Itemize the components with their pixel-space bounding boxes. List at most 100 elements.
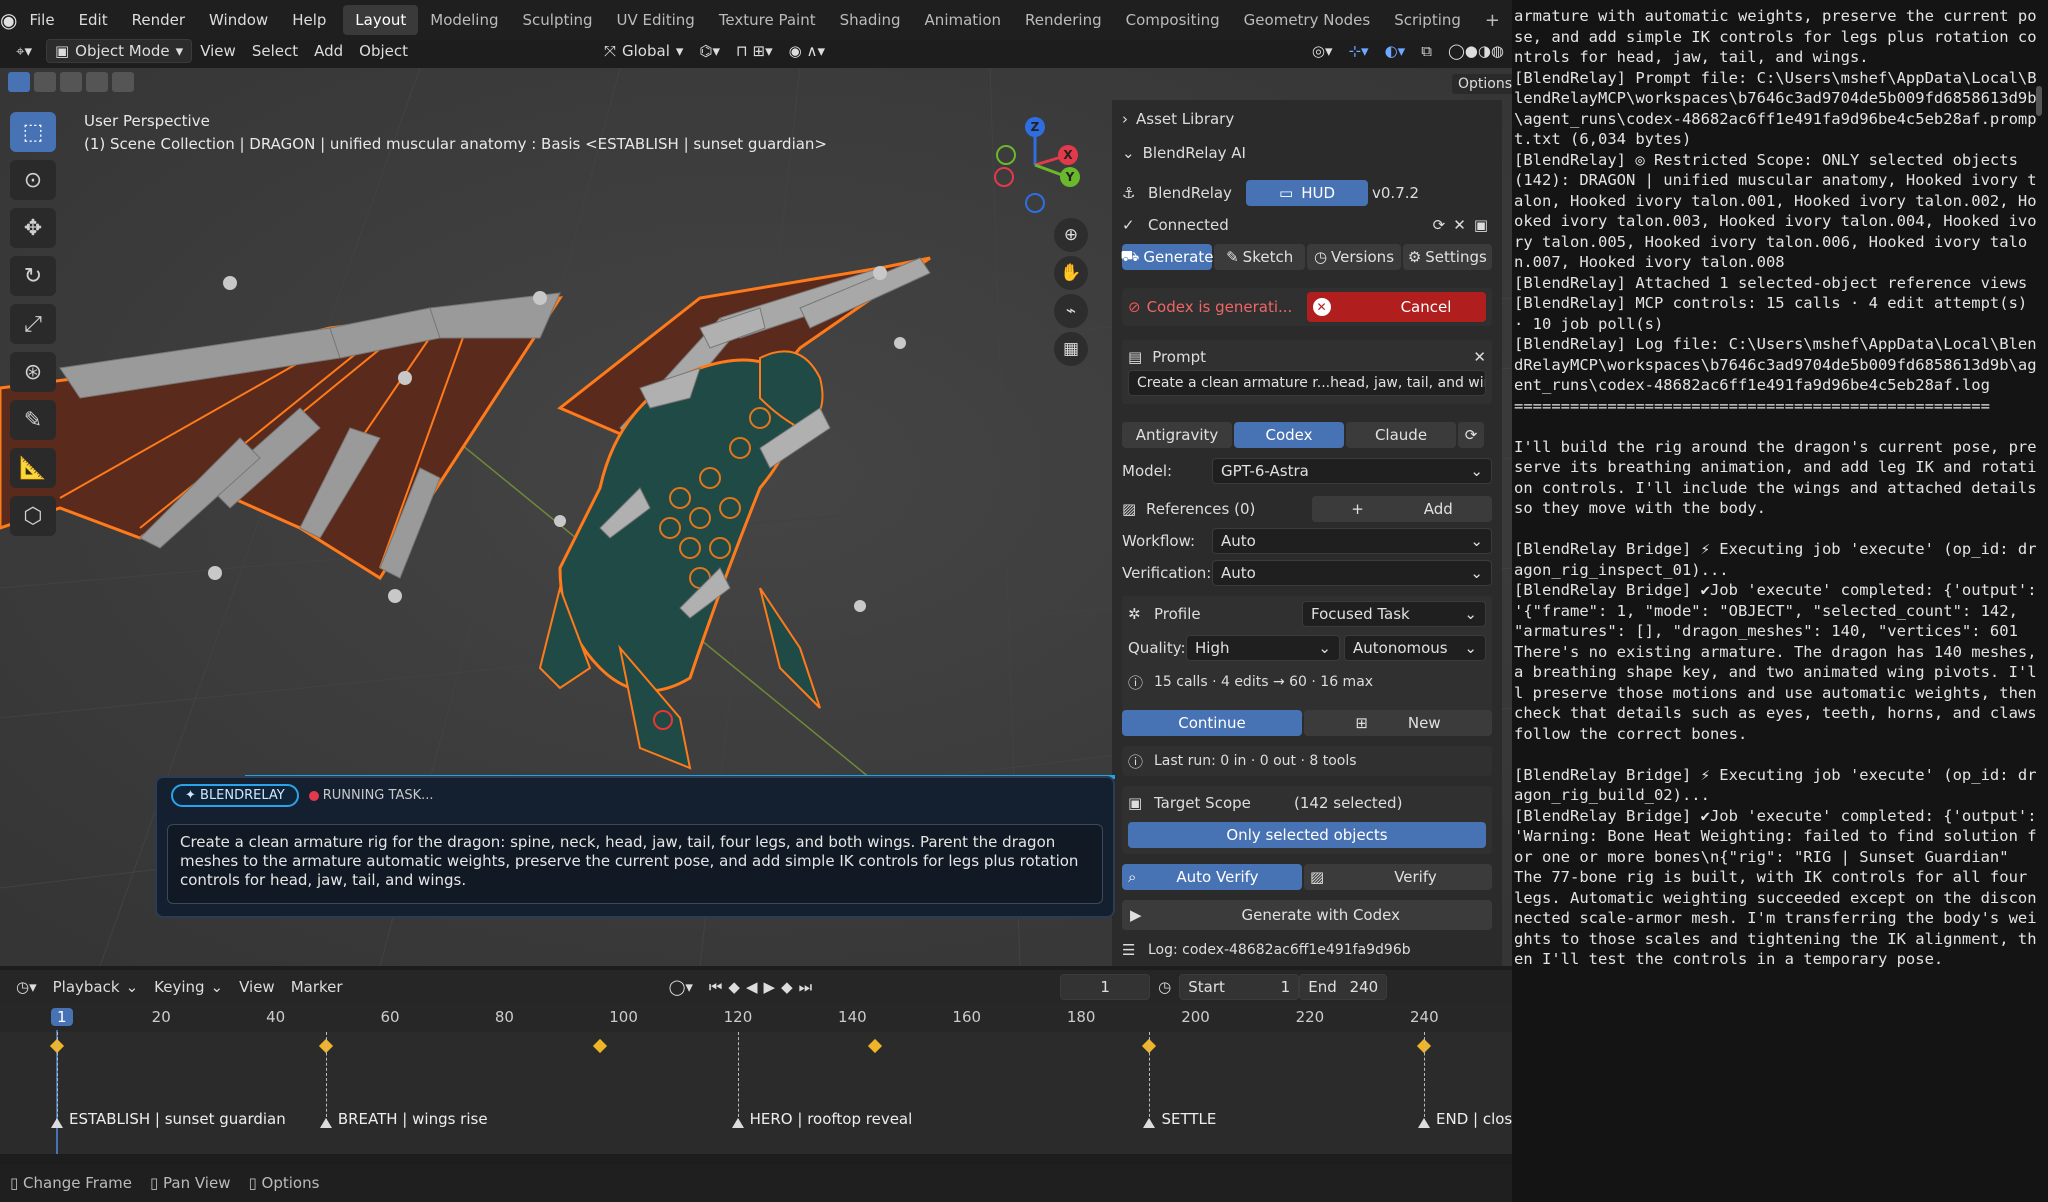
continue-button[interactable]: Continue <box>1122 710 1302 736</box>
workspace-tab-geometry-nodes[interactable]: Geometry Nodes <box>1232 5 1383 35</box>
jump-end-icon[interactable]: ⏭ <box>799 978 813 996</box>
current-frame-field[interactable]: 1 <box>1060 974 1151 1000</box>
gizmo-x[interactable]: X <box>1058 145 1078 165</box>
add-reference-button[interactable]: + Add <box>1312 496 1492 522</box>
cursor-icon[interactable]: ⊙ <box>10 160 56 200</box>
end-frame-field[interactable]: End 240 <box>1299 974 1388 1000</box>
select-extend-icon[interactable] <box>34 72 56 92</box>
tab-settings[interactable]: ⚙ Settings <box>1402 244 1492 270</box>
prev-key-icon[interactable]: ◆ <box>728 978 740 996</box>
transform-icon[interactable]: ⊛ <box>10 352 56 392</box>
model-select[interactable]: GPT-6-Astra ⌄ <box>1212 458 1492 484</box>
prompt-input[interactable]: Create a clean armature r...head, jaw, t… <box>1128 370 1486 396</box>
workspace-tab-shading[interactable]: Shading <box>828 5 913 35</box>
timeline-menu-marker[interactable]: Marker <box>283 976 351 998</box>
provider-codex[interactable]: Codex <box>1234 422 1344 448</box>
header-menu-add[interactable]: Add <box>306 40 351 62</box>
annotate-icon[interactable]: ✎ <box>10 400 56 440</box>
hud-button[interactable]: ▭ HUD <box>1246 180 1368 206</box>
gizmo-neg-x[interactable] <box>994 167 1014 187</box>
camera-icon[interactable]: ⌁ <box>1054 294 1088 328</box>
menu-help[interactable]: Help <box>280 11 338 29</box>
verification-select[interactable]: Auto ⌄ <box>1212 560 1492 586</box>
generate-with-codex-button[interactable]: ▶ Generate with Codex <box>1122 900 1492 930</box>
pivot-icon[interactable]: ⌬▾ <box>691 40 728 62</box>
gizmo-toggle-icon[interactable]: ⊹▾ <box>1340 40 1376 62</box>
shading-modes-icon[interactable]: ◯●◑◍ <box>1440 40 1512 62</box>
gizmo-neg-y[interactable] <box>996 145 1016 165</box>
orientation-select[interactable]: ⤧ Global ▾ <box>596 40 691 62</box>
zoom-icon[interactable]: ⊕ <box>1054 218 1088 252</box>
workspace-tab-rendering[interactable]: Rendering <box>1013 5 1114 35</box>
blendrelay-panel-header[interactable]: ⌄ BlendRelay AI <box>1122 144 1492 162</box>
workspace-tab-compositing[interactable]: Compositing <box>1114 5 1232 35</box>
marker-triangle-icon[interactable] <box>51 1118 63 1128</box>
xray-icon[interactable]: ⧉ <box>1413 40 1440 62</box>
jump-start-icon[interactable]: ⏮ <box>709 978 723 996</box>
workspace-tab-sculpting[interactable]: Sculpting <box>511 5 605 35</box>
close-icon[interactable]: ✕ <box>1453 216 1466 234</box>
blender-logo-icon[interactable]: ◉ <box>0 0 17 40</box>
profile-select[interactable]: Focused Task ⌄ <box>1302 601 1486 627</box>
select-box-icon[interactable]: ⬚ <box>10 112 56 152</box>
play-reverse-icon[interactable]: ◀ <box>746 978 758 996</box>
select-new-icon[interactable] <box>8 72 30 92</box>
select-intersect-icon[interactable] <box>112 72 134 92</box>
marker-triangle-icon[interactable] <box>1143 1118 1156 1128</box>
menu-file[interactable]: File <box>17 11 66 29</box>
timeline-menu-view[interactable]: View <box>231 976 283 998</box>
only-selected-button[interactable]: Only selected objects <box>1128 822 1486 848</box>
workspace-tab-texture-paint[interactable]: Texture Paint <box>707 5 828 35</box>
clock-icon[interactable]: ◷ <box>1158 978 1171 996</box>
verify-button[interactable]: ▨ Verify <box>1304 864 1492 890</box>
snap-icon[interactable]: ⊓ ⊞▾ <box>728 40 781 62</box>
auto-verify-button[interactable]: ⌕ Auto Verify <box>1122 864 1302 890</box>
asset-library-header[interactable]: › Asset Library <box>1122 110 1492 128</box>
visibility-icon[interactable]: ◎▾ <box>1304 40 1341 62</box>
overlays-icon[interactable]: ◐▾ <box>1377 40 1414 62</box>
gizmo-y[interactable]: Y <box>1060 167 1080 187</box>
refresh-icon[interactable]: ⟳ <box>1433 216 1446 234</box>
header-menu-view[interactable]: View <box>192 40 244 62</box>
timeline-menu-keying[interactable]: Keying ⌄ <box>146 976 231 998</box>
console-output[interactable]: armature with automatic weights, preserv… <box>1512 0 2048 1202</box>
navigation-gizmo[interactable]: Z X Y <box>990 115 1080 215</box>
playback-controls[interactable]: ⏮ ◆ ◀ ▶ ◆ ⏭ <box>701 976 820 998</box>
select-subtract-icon[interactable] <box>60 72 82 92</box>
menu-edit[interactable]: Edit <box>67 11 120 29</box>
gizmo-neg-z[interactable] <box>1025 193 1045 213</box>
provider-antigravity[interactable]: Antigravity <box>1122 422 1232 448</box>
header-menu-select[interactable]: Select <box>244 40 306 62</box>
marker-triangle-icon[interactable] <box>731 1118 744 1128</box>
workspace-tab-scripting[interactable]: Scripting <box>1382 5 1473 35</box>
scale-icon[interactable]: ⤢ <box>10 304 56 344</box>
marker-triangle-icon[interactable] <box>1418 1118 1430 1128</box>
tab-generate[interactable]: ⛟ Generate <box>1121 244 1213 270</box>
add-cube-icon[interactable]: ⬡ <box>10 496 56 536</box>
workspace-tab-modeling[interactable]: Modeling <box>418 5 510 35</box>
play-icon[interactable]: ▶ <box>764 978 776 996</box>
workspace-tab-animation[interactable]: Animation <box>913 5 1013 35</box>
quality-select[interactable]: High ⌄ <box>1186 635 1340 661</box>
options-button[interactable]: Options <box>1452 74 1519 94</box>
header-menu-object[interactable]: Object <box>351 40 416 62</box>
move-icon[interactable]: ✥ <box>10 208 56 248</box>
workspace-tab-uv-editing[interactable]: UV Editing <box>605 5 707 35</box>
tab-versions[interactable]: ◷ Versions <box>1307 244 1401 270</box>
close-prompt-icon[interactable]: ✕ <box>1473 348 1486 366</box>
add-workspace-icon[interactable]: + <box>1473 5 1512 35</box>
provider-refresh-icon[interactable]: ⟳ <box>1458 422 1484 448</box>
rotate-icon[interactable]: ↻ <box>10 256 56 296</box>
gizmo-z[interactable]: Z <box>1025 117 1045 137</box>
menu-window[interactable]: Window <box>197 11 280 29</box>
provider-claude[interactable]: Claude <box>1346 422 1456 448</box>
ortho-grid-icon[interactable]: ▦ <box>1054 332 1088 366</box>
next-key-icon[interactable]: ◆ <box>781 978 793 996</box>
console-scrollbar[interactable] <box>2036 86 2042 116</box>
marker-triangle-icon[interactable] <box>319 1118 332 1128</box>
autokey-icon[interactable]: ◯▾ <box>661 976 701 998</box>
timeline-menu-playback[interactable]: Playback ⌄ <box>45 976 147 998</box>
timeline-editor-icon[interactable]: ◷▾ <box>8 976 45 998</box>
measure-icon[interactable]: 📐 <box>10 448 56 488</box>
start-frame-field[interactable]: Start 1 <box>1179 974 1300 1000</box>
